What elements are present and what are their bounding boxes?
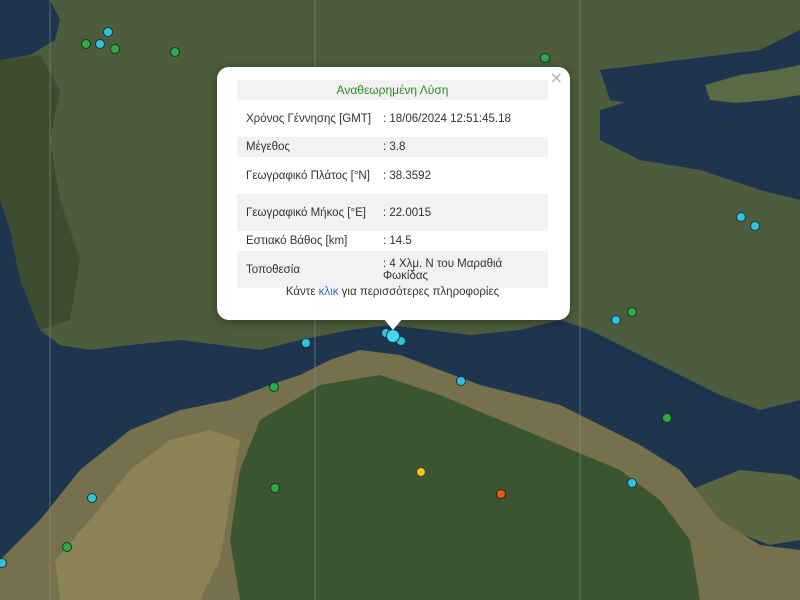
table-row: Μέγεθος : 3.8: [237, 137, 548, 157]
earthquake-marker[interactable]: [750, 221, 760, 231]
earthquake-marker[interactable]: [416, 467, 426, 477]
more-info-suffix: για περισσότερες πληροφορίες: [338, 286, 500, 298]
earthquake-marker[interactable]: [62, 542, 72, 552]
earthquake-marker[interactable]: [95, 39, 105, 49]
table-row: Γεωγραφικό Πλάτος [°N] : 38.3592: [237, 157, 548, 194]
table-row: Τοποθεσία : 4 Χλμ. Ν του Μαραθιά Φωκίδας: [237, 251, 548, 288]
row-value-latitude: : 38.3592: [374, 157, 548, 194]
row-label-longitude: Γεωγραφικό Μήκος [°E]: [237, 194, 374, 231]
earthquake-marker[interactable]: [301, 338, 311, 348]
earthquake-marker[interactable]: [627, 478, 637, 488]
earthquake-marker[interactable]: [170, 47, 180, 57]
table-row: Γεωγραφικό Μήκος [°E] : 22.0015: [237, 194, 548, 231]
earthquake-marker[interactable]: [456, 376, 466, 386]
more-info-prefix: Κάντε: [285, 286, 319, 298]
more-info-link[interactable]: κλικ: [319, 286, 339, 298]
row-value-origin-time: : 18/06/2024 12:51:45.18: [374, 100, 548, 137]
earthquake-marker[interactable]: [496, 489, 506, 499]
table-row: Εστιακό Βάθος [km] : 14.5: [237, 231, 548, 251]
row-value-location: : 4 Χλμ. Ν του Μαραθιά Φωκίδας: [374, 251, 548, 288]
row-value-magnitude: : 3.8: [374, 137, 548, 157]
popup-pointer: [383, 318, 403, 330]
row-label-latitude: Γεωγραφικό Πλάτος [°N]: [237, 157, 374, 194]
row-label-origin-time: Χρόνος Γέννησης [GMT]: [237, 100, 374, 137]
earthquake-marker[interactable]: [110, 44, 120, 54]
table-row: Χρόνος Γέννησης [GMT] : 18/06/2024 12:51…: [237, 100, 548, 137]
row-value-depth: : 14.5: [374, 231, 548, 251]
row-value-longitude: : 22.0015: [374, 194, 548, 231]
selected-earthquake-marker[interactable]: [386, 329, 400, 343]
earthquake-marker[interactable]: [611, 315, 621, 325]
earthquake-marker[interactable]: [627, 307, 637, 317]
popup-title: Αναθεωρημένη Λύση: [237, 80, 548, 100]
close-icon[interactable]: ×: [550, 69, 563, 87]
earthquake-info-popup: × Αναθεωρημένη Λύση Χρόνος Γέννησης [GMT…: [217, 67, 570, 320]
row-label-magnitude: Μέγεθος: [237, 137, 374, 157]
more-info-text: Κάντε κλικ για περισσότερες πληροφορίες: [237, 286, 548, 298]
row-label-location: Τοποθεσία: [237, 251, 374, 288]
earthquake-marker[interactable]: [736, 212, 746, 222]
earthquake-marker[interactable]: [662, 413, 672, 423]
earthquake-marker[interactable]: [103, 27, 113, 37]
earthquake-info-table: Χρόνος Γέννησης [GMT] : 18/06/2024 12:51…: [237, 100, 548, 288]
earthquake-marker[interactable]: [540, 53, 550, 63]
row-label-depth: Εστιακό Βάθος [km]: [237, 231, 374, 251]
earthquake-marker[interactable]: [269, 382, 279, 392]
earthquake-marker[interactable]: [0, 558, 7, 568]
earthquake-marker[interactable]: [87, 493, 97, 503]
earthquake-marker[interactable]: [270, 483, 280, 493]
earthquake-marker[interactable]: [81, 39, 91, 49]
